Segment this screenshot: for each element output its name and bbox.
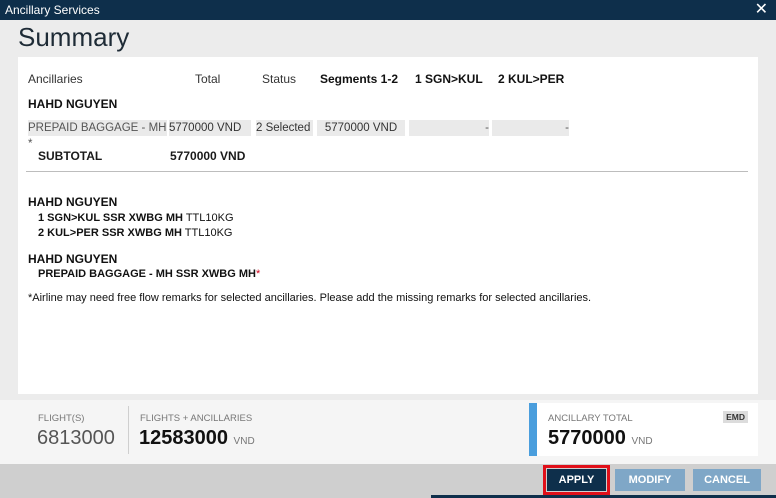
col-seg1: 1 SGN>KUL [415, 72, 483, 86]
remark-line-2: 2 KUL>PER SSR XWBG MH TTL10KG [38, 227, 232, 239]
subtotal-label: SUBTOTAL [38, 149, 103, 163]
remarks-passenger-1: HAHD NGUYEN [28, 195, 118, 209]
ancillary-total-label: ANCILLARY TOTAL [548, 413, 633, 424]
modify-button[interactable]: MODIFY [615, 469, 685, 491]
required-marker: * [255, 268, 261, 280]
row-segments: 5770000 VND [317, 120, 405, 136]
remark-line-2-ssr: 2 KUL>PER SSR XWBG MH [38, 227, 182, 239]
summary-panel: Ancillaries Total Status Segments 1-2 1 … [18, 57, 758, 394]
flights-ancillaries-amount: 12583000 [139, 427, 228, 449]
flights-ancillaries-unit: VND [233, 436, 255, 447]
remark-line-1: 1 SGN>KUL SSR XWBG MH TTL10KG [38, 212, 234, 224]
remark-line-1-ssr: 1 SGN>KUL SSR XWBG MH [38, 212, 183, 224]
emd-badge: EMD [723, 411, 748, 423]
accent-bar [529, 403, 537, 456]
col-status: Status [262, 72, 297, 86]
flights-label: FLIGHT(S) [38, 413, 85, 424]
remarks-note: *Airline may need free flow remarks for … [28, 292, 592, 304]
remark-line-1-text: TTL10KG [185, 212, 234, 224]
apply-button[interactable]: APPLY [543, 465, 610, 495]
row-ancillary: PREPAID BAGGAGE - MH * [28, 120, 167, 150]
table-row[interactable]: PREPAID BAGGAGE - MH * 5770000 VND 2 Sel… [28, 120, 569, 150]
remark-line-3: PREPAID BAGGAGE - MH SSR XWBG MH* [38, 268, 260, 280]
ancillary-total-unit: VND [631, 436, 653, 447]
title-bar: Ancillary Services ✕ [0, 0, 776, 20]
row-status: 2 Selected [256, 120, 313, 136]
ancillary-total-value: 5770000 VND [548, 427, 653, 450]
flights-ancillaries-label: FLIGHTS + ANCILLARIES [140, 413, 253, 424]
cancel-button[interactable]: CANCEL [693, 469, 761, 491]
window-title: Ancillary Services [5, 3, 100, 17]
footer-bar: APPLY MODIFY CANCEL [0, 464, 776, 498]
passenger-name: HAHD NGUYEN [28, 97, 118, 111]
remark-line-2-text: TTL10KG [184, 227, 233, 239]
col-ancillaries: Ancillaries [28, 72, 83, 86]
flights-ancillaries-value: 12583000 VND [139, 427, 255, 450]
close-icon[interactable]: ✕ [755, 0, 768, 20]
ancillary-total-card: ANCILLARY TOTAL EMD 5770000 VND [529, 403, 758, 456]
remark-line-3-ssr: PREPAID BAGGAGE - MH SSR XWBG MH [38, 268, 256, 280]
page-title: Summary [18, 22, 130, 52]
row-seg2: - [492, 120, 569, 136]
ancillary-total-amount: 5770000 [548, 427, 626, 449]
row-total: 5770000 VND [169, 120, 251, 136]
col-seg2: 2 KUL>PER [498, 72, 565, 86]
totals-separator [128, 406, 129, 454]
col-segments: Segments 1-2 [320, 72, 399, 86]
row-seg1: - [409, 120, 489, 136]
subtotal-value: 5770000 VND [170, 149, 246, 163]
col-total: Total [195, 72, 221, 86]
remarks-passenger-2: HAHD NGUYEN [28, 252, 118, 266]
divider [26, 171, 748, 172]
flights-value: 6813000 [37, 427, 115, 449]
